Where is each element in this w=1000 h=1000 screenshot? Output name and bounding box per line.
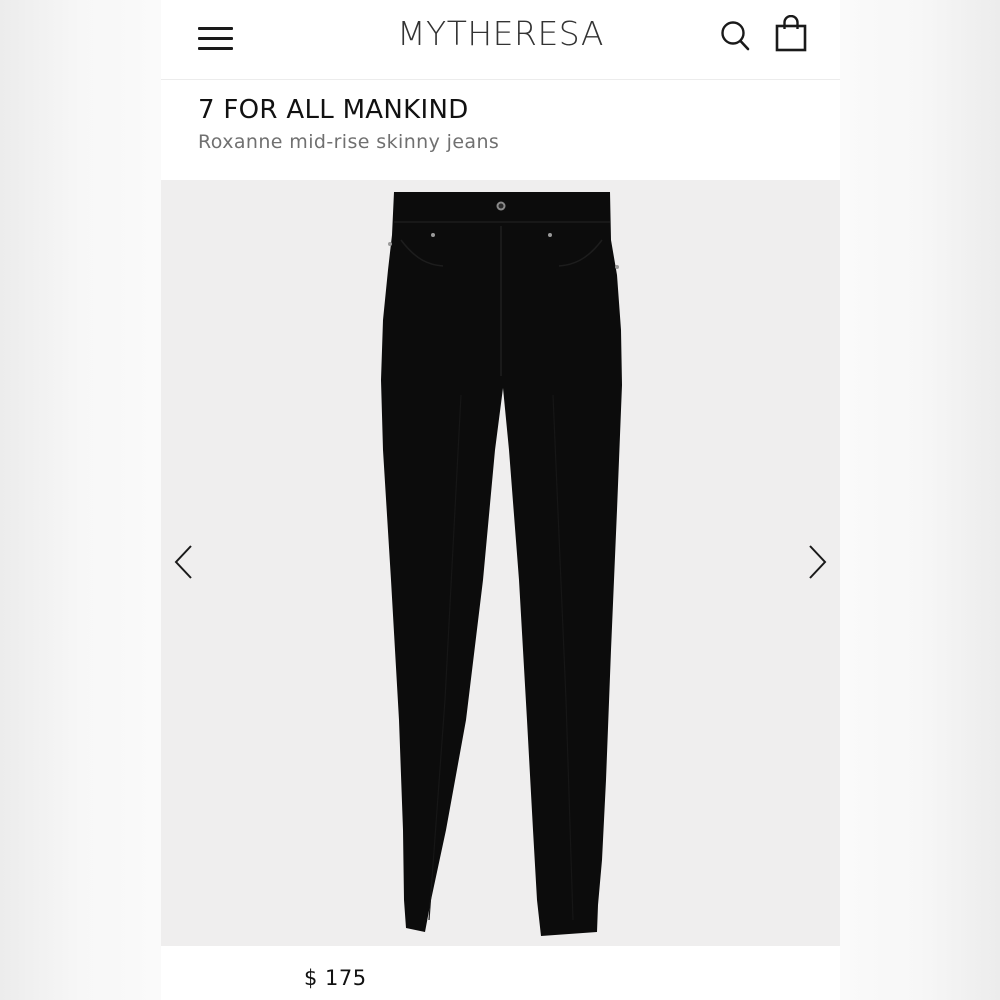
shopping-bag-button[interactable] — [775, 14, 807, 53]
product-price: $ 175 — [304, 966, 367, 990]
top-header: MYTHERESA — [161, 0, 840, 80]
next-image-button[interactable] — [802, 542, 832, 582]
chevron-right-icon — [809, 545, 827, 579]
search-icon — [721, 21, 750, 51]
product-image-jeans — [381, 192, 622, 936]
product-image-gallery[interactable] — [161, 180, 840, 946]
search-button[interactable] — [720, 20, 750, 52]
product-page: MYTHERESA 7 FOR ALL MANKIND Roxanne mid-… — [161, 0, 840, 1000]
brand-name[interactable]: 7 FOR ALL MANKIND — [198, 94, 798, 126]
previous-image-button[interactable] — [169, 542, 199, 582]
product-name: Roxanne mid-rise skinny jeans — [198, 131, 500, 153]
product-title-block: 7 FOR ALL MANKIND Roxanne mid-rise skinn… — [198, 94, 798, 154]
shopping-bag-icon — [775, 14, 807, 52]
chevron-left-icon — [174, 545, 192, 579]
